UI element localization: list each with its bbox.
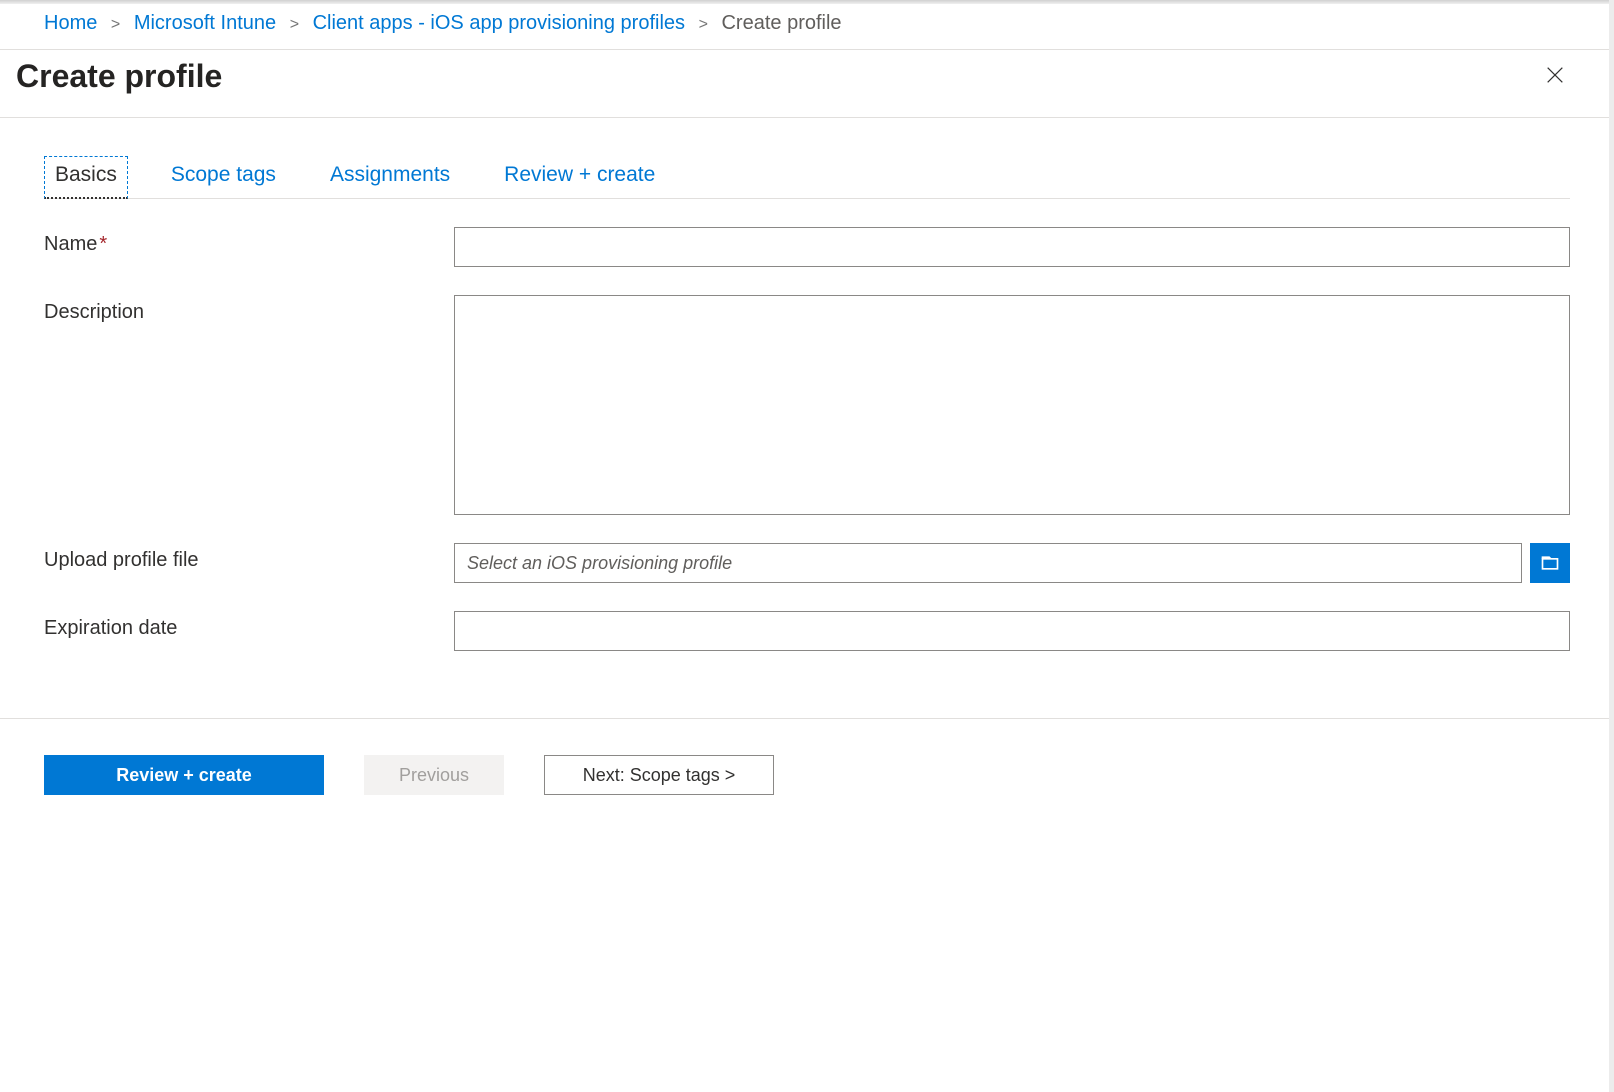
name-input[interactable] <box>454 227 1570 267</box>
tab-review-create[interactable]: Review + create <box>493 156 666 198</box>
expiration-input <box>454 611 1570 651</box>
upload-file-input[interactable] <box>454 543 1522 583</box>
description-label: Description <box>44 295 454 324</box>
form-row-expiration: Expiration date <box>44 611 1570 651</box>
breadcrumb-link-home[interactable]: Home <box>44 12 97 34</box>
review-create-button[interactable]: Review + create <box>44 755 324 795</box>
page-header: Create profile <box>0 50 1614 118</box>
breadcrumb-link-client-apps[interactable]: Client apps - iOS app provisioning profi… <box>313 12 685 34</box>
breadcrumb: Home > Microsoft Intune > Client apps - … <box>0 4 1614 50</box>
chevron-right-icon: > <box>290 16 299 33</box>
chevron-right-icon: > <box>699 16 708 33</box>
form-row-name: Name* <box>44 227 1570 267</box>
main-content: Basics Scope tags Assignments Review + c… <box>0 118 1614 718</box>
wizard-footer: Review + create Previous Next: Scope tag… <box>0 718 1614 831</box>
tab-assignments[interactable]: Assignments <box>319 156 461 198</box>
folder-icon <box>1540 553 1560 573</box>
name-label: Name* <box>44 227 454 256</box>
tab-scope-tags[interactable]: Scope tags <box>160 156 287 198</box>
description-input[interactable] <box>454 295 1570 515</box>
tab-basics[interactable]: Basics <box>44 156 128 199</box>
page-title: Create profile <box>16 58 222 95</box>
browse-button[interactable] <box>1530 543 1570 583</box>
expiration-label: Expiration date <box>44 611 454 640</box>
previous-button: Previous <box>364 755 504 795</box>
required-indicator: * <box>99 233 107 255</box>
next-button[interactable]: Next: Scope tags > <box>544 755 774 795</box>
close-button[interactable] <box>1540 60 1570 93</box>
close-icon <box>1544 64 1566 86</box>
breadcrumb-current: Create profile <box>721 12 841 34</box>
form-row-upload: Upload profile file <box>44 543 1570 583</box>
breadcrumb-link-intune[interactable]: Microsoft Intune <box>134 12 276 34</box>
scrollbar[interactable] <box>1609 0 1614 1092</box>
form-row-description: Description <box>44 295 1570 515</box>
wizard-tabs: Basics Scope tags Assignments Review + c… <box>44 156 1570 199</box>
chevron-right-icon: > <box>111 16 120 33</box>
upload-label: Upload profile file <box>44 543 454 572</box>
